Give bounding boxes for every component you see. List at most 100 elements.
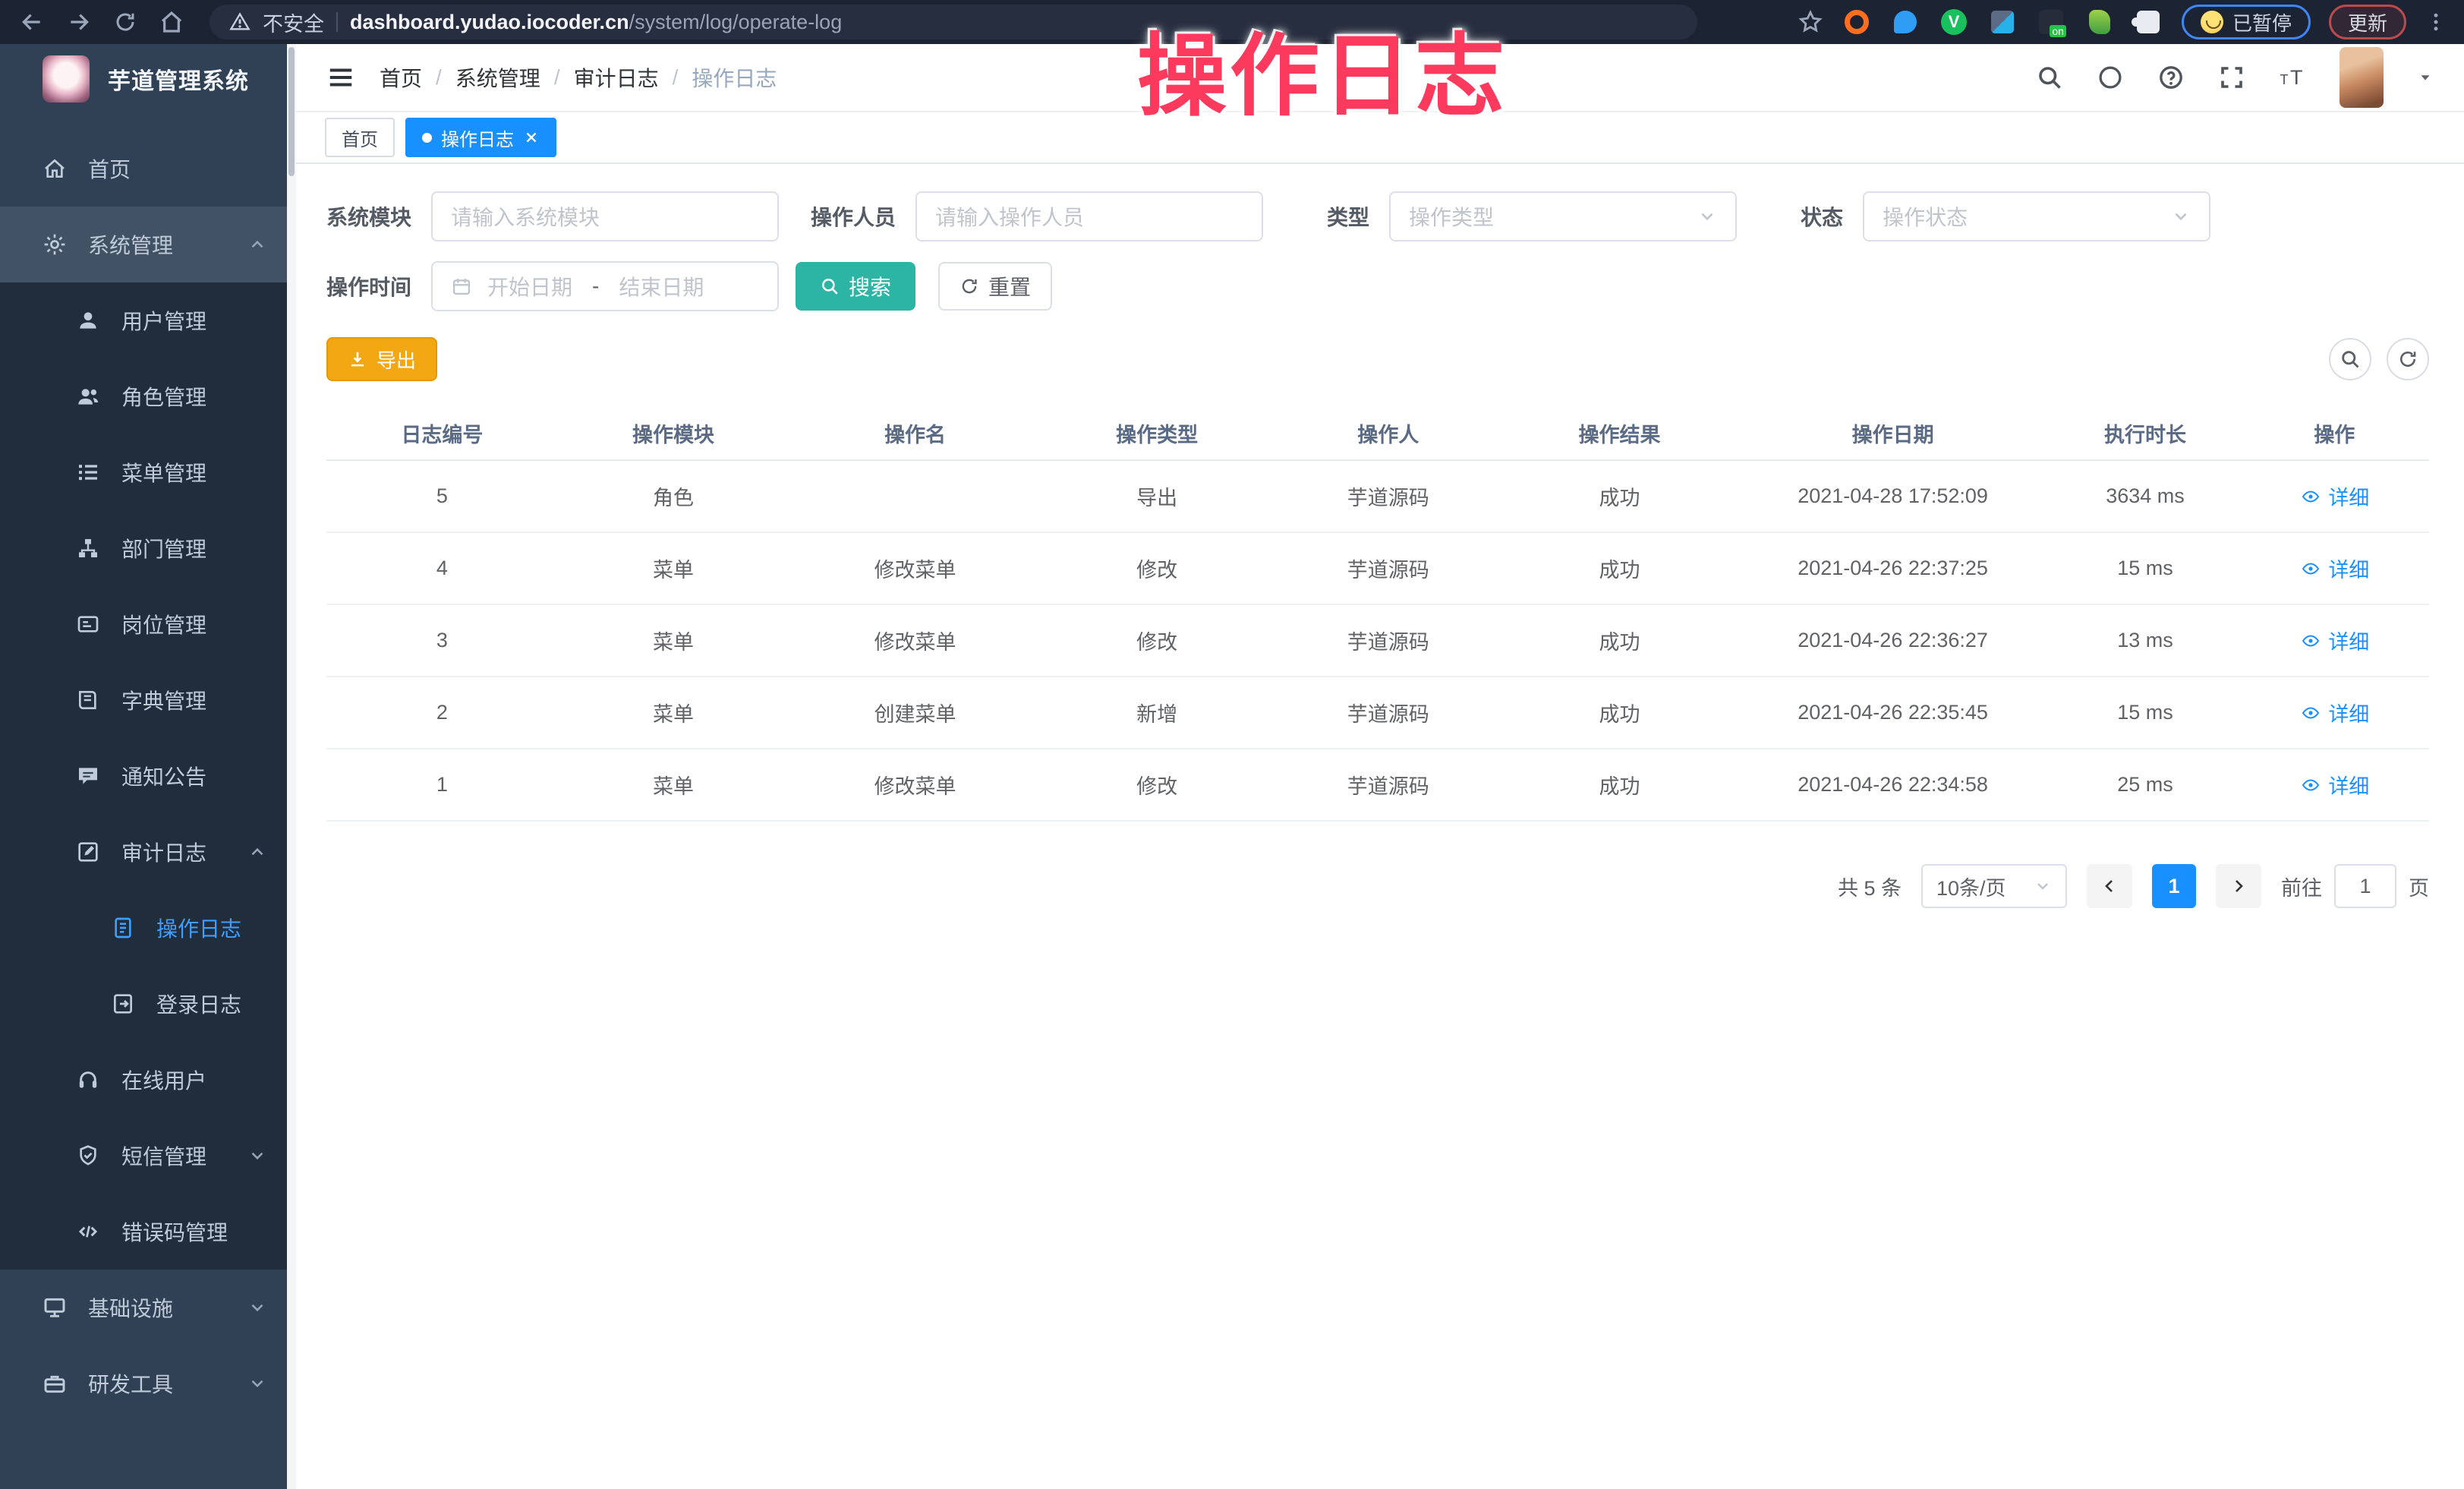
- app-logo: [43, 55, 90, 103]
- calendar-icon: [451, 276, 472, 297]
- goto-page-input[interactable]: [2334, 864, 2396, 908]
- fullscreen-icon[interactable]: [2218, 64, 2245, 91]
- sidebar-scrollbar-thumb[interactable]: [288, 47, 295, 176]
- sidebar-item-post-management[interactable]: 岗位管理: [0, 586, 296, 662]
- chevron-down-icon: [2171, 207, 2191, 226]
- bookmark-star-icon[interactable]: [1798, 9, 1823, 35]
- avatar[interactable]: [2340, 47, 2384, 108]
- font-size-icon[interactable]: [2279, 64, 2306, 91]
- extension-icon-ring[interactable]: [1842, 7, 1872, 37]
- sidebar-item-online-users[interactable]: 在线用户: [0, 1042, 296, 1118]
- sidebar-item-dev-tools[interactable]: 研发工具: [0, 1345, 296, 1421]
- page-number-1[interactable]: 1: [2152, 864, 2196, 908]
- sidebar-item-audit-log[interactable]: 审计日志: [0, 814, 296, 890]
- col-operator: 操作人: [1272, 407, 1504, 460]
- refresh-icon: [959, 276, 979, 296]
- search-button[interactable]: 搜索: [796, 262, 915, 311]
- id-card-icon: [76, 612, 100, 636]
- sidebar: 芋道管理系统 首页 系统管理 用户管理 角色管理: [0, 44, 296, 1489]
- eye-icon: [2299, 704, 2322, 722]
- table-row: 1 菜单 修改菜单 修改 芋道源码 成功 2021-04-26 22:34:58…: [326, 749, 2429, 821]
- dictionary-book-icon: [76, 688, 100, 712]
- sidebar-item-menu-management[interactable]: 菜单管理: [0, 434, 296, 510]
- goto-label: 前往: [2281, 872, 2322, 901]
- chevron-up-icon: [247, 842, 267, 862]
- type-select[interactable]: 操作类型: [1389, 191, 1737, 241]
- refresh-table-button[interactable]: [2387, 338, 2429, 380]
- page-unit-label: 页: [2409, 872, 2429, 901]
- browser-forward-icon[interactable]: [67, 10, 91, 34]
- sidebar-item-sms-management[interactable]: 短信管理: [0, 1118, 296, 1194]
- sidebar-item-dict-management[interactable]: 字典管理: [0, 662, 296, 738]
- close-icon[interactable]: [523, 129, 540, 146]
- sidebar-item-login-log[interactable]: 登录日志: [0, 966, 296, 1042]
- eye-icon: [2299, 487, 2322, 506]
- date-range-picker[interactable]: 开始日期 - 结束日期: [431, 261, 779, 311]
- reset-button[interactable]: 重置: [938, 262, 1052, 311]
- sidebar-item-role-management[interactable]: 角色管理: [0, 358, 296, 434]
- sidebar-item-notice-announcement[interactable]: 通知公告: [0, 738, 296, 814]
- github-icon[interactable]: [2097, 64, 2124, 91]
- col-result: 操作结果: [1504, 407, 1735, 460]
- extension-icon-pin[interactable]: [1890, 7, 1920, 37]
- extension-icon-switch-on[interactable]: [2036, 7, 2066, 37]
- puzzle-extension-icon[interactable]: [2133, 7, 2163, 37]
- eye-icon: [2299, 776, 2322, 794]
- extension-icon-leaf[interactable]: [2084, 7, 2115, 37]
- sidebar-item-home[interactable]: 首页: [0, 131, 296, 207]
- app-title: 芋道管理系统: [108, 62, 249, 96]
- search-icon[interactable]: [2036, 64, 2063, 91]
- sidebar-scrollbar[interactable]: [287, 44, 296, 1489]
- breadcrumb-home[interactable]: 首页: [380, 62, 422, 93]
- sidebar-item-user-management[interactable]: 用户管理: [0, 282, 296, 358]
- breadcrumb-audit-log[interactable]: 审计日志: [574, 62, 659, 93]
- breadcrumb-system[interactable]: 系统管理: [455, 62, 540, 93]
- login-log-icon: [111, 992, 135, 1016]
- operator-input[interactable]: 请输入操作人员: [915, 191, 1263, 241]
- next-page-button[interactable]: [2216, 864, 2261, 908]
- extension-icon-v[interactable]: [1939, 7, 1969, 37]
- status-select[interactable]: 操作状态: [1863, 191, 2210, 241]
- hamburger-icon[interactable]: [326, 63, 355, 92]
- caret-down-icon[interactable]: [2417, 69, 2434, 86]
- operate-log-page: 系统模块 请输入系统模块 操作人员 请输入操作人员 类型 操作类型 状态 操作状…: [296, 164, 2464, 1489]
- download-icon: [348, 349, 367, 369]
- paused-badge[interactable]: 已暂停: [2182, 5, 2311, 39]
- search-icon: [2340, 349, 2361, 370]
- toolbox-icon: [43, 1371, 67, 1396]
- prev-page-button[interactable]: [2087, 864, 2132, 908]
- role-icon: [76, 384, 100, 409]
- range-separator: -: [592, 274, 599, 298]
- breadcrumb-separator: /: [673, 65, 679, 90]
- tab-home[interactable]: 首页: [325, 118, 395, 157]
- app-logo-row[interactable]: 芋道管理系统: [0, 44, 296, 114]
- sidebar-item-dept-management[interactable]: 部门管理: [0, 510, 296, 586]
- browser-update-button[interactable]: 更新: [2329, 5, 2406, 39]
- page-size-select[interactable]: 10条/页: [1921, 864, 2067, 908]
- export-button[interactable]: 导出: [326, 337, 437, 381]
- detail-link[interactable]: 详细: [2299, 698, 2369, 727]
- sidebar-item-error-code-management[interactable]: 错误码管理: [0, 1194, 296, 1270]
- detail-link[interactable]: 详细: [2299, 481, 2369, 511]
- extension-icon-blocks[interactable]: [1987, 7, 2018, 37]
- chevron-down-icon: [1697, 207, 1717, 226]
- sidebar-item-operate-log[interactable]: 操作日志: [0, 890, 296, 966]
- pagination: 共 5 条 10条/页 1 前往 页: [326, 864, 2429, 908]
- url-host: dashboard.yudao.iocoder.cn: [350, 11, 629, 33]
- detail-link[interactable]: 详细: [2299, 554, 2369, 583]
- browser-home-icon[interactable]: [159, 10, 184, 34]
- browser-menu-kebab-icon[interactable]: [2425, 11, 2447, 33]
- detail-link[interactable]: 详细: [2299, 626, 2369, 655]
- start-date-placeholder: 开始日期: [487, 271, 572, 301]
- detail-link[interactable]: 详细: [2299, 770, 2369, 800]
- sidebar-item-infrastructure[interactable]: 基础设施: [0, 1270, 296, 1345]
- sidebar-item-system-management[interactable]: 系统管理: [0, 207, 296, 282]
- toggle-search-button[interactable]: [2329, 338, 2371, 380]
- eye-icon: [2299, 560, 2322, 578]
- help-icon[interactable]: [2157, 64, 2185, 91]
- browser-back-icon[interactable]: [20, 10, 44, 34]
- browser-reload-icon[interactable]: [114, 11, 137, 33]
- security-label: 不安全: [263, 8, 324, 37]
- module-input[interactable]: 请输入系统模块: [431, 191, 779, 241]
- tab-operate-log[interactable]: 操作日志: [405, 118, 556, 157]
